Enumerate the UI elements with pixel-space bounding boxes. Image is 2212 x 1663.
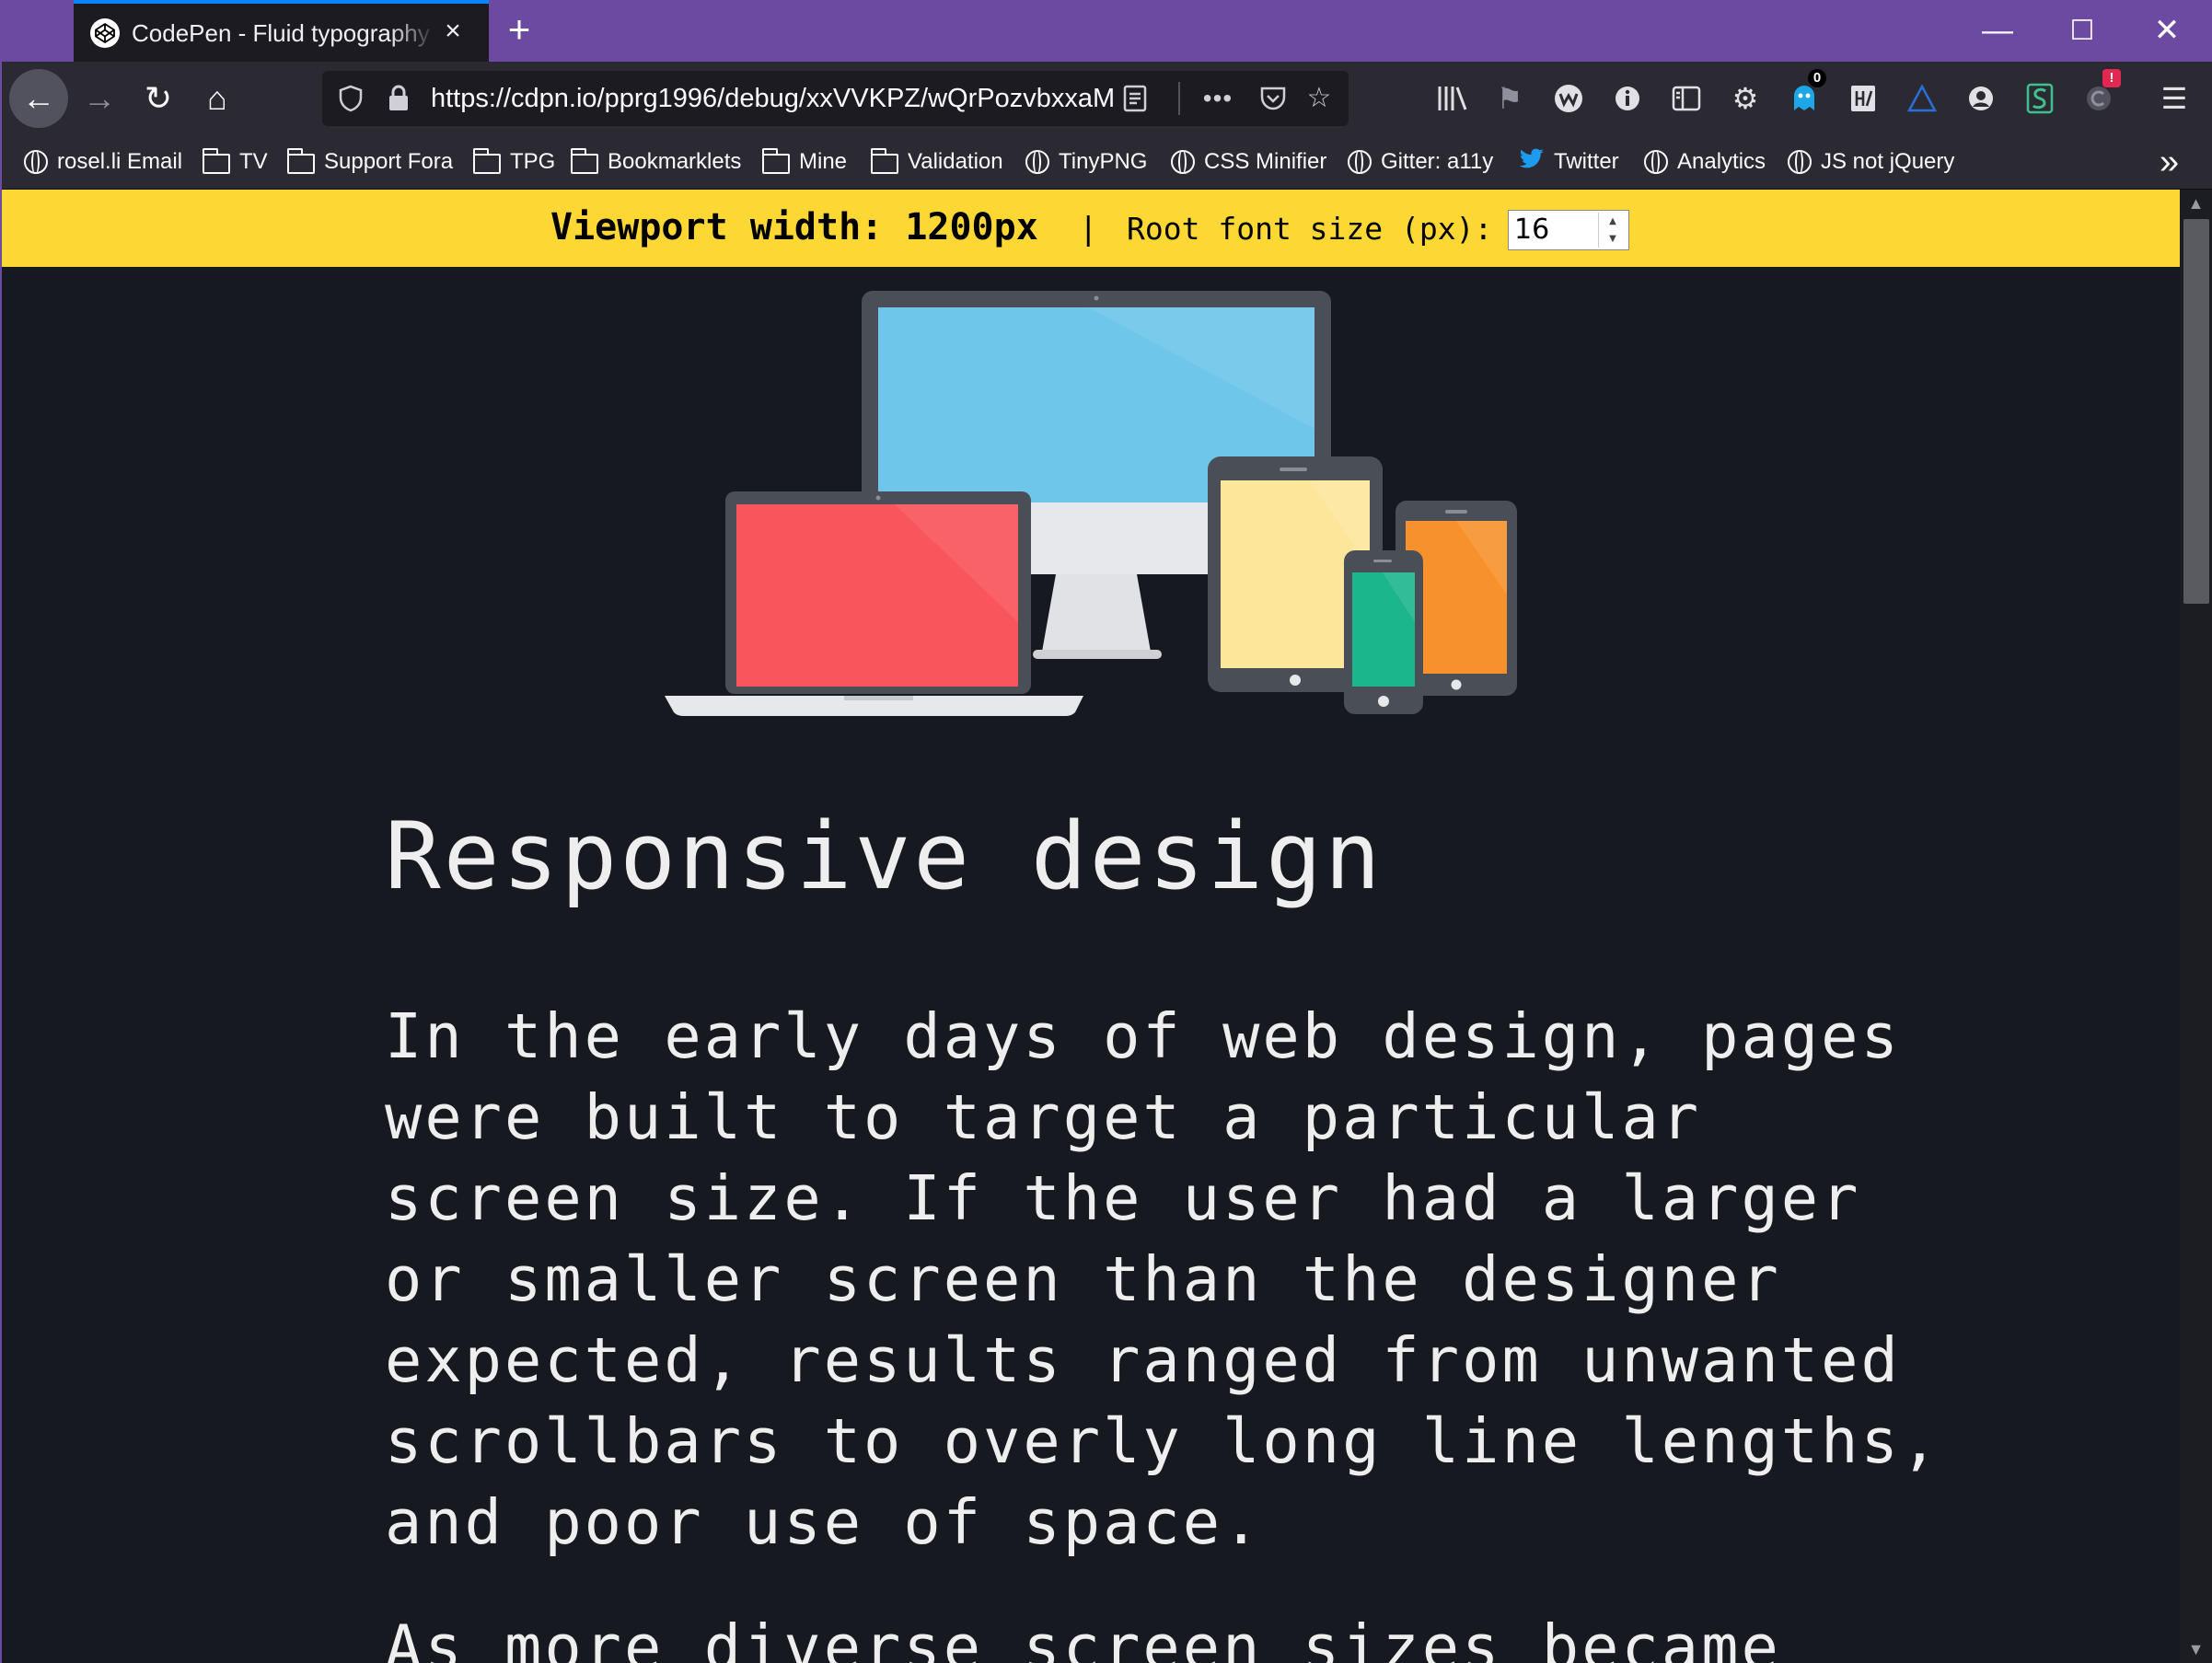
page-heading: Responsive design bbox=[385, 802, 1384, 910]
bookmark-label: Support Fora bbox=[324, 149, 454, 174]
bookmark-label: Validation bbox=[908, 149, 1003, 174]
root-font-size-input[interactable]: 16 ▲ ▼ bbox=[1508, 210, 1629, 250]
phone bbox=[1344, 550, 1423, 714]
bookmark-item[interactable]: rosel.li Email bbox=[24, 143, 182, 181]
tab-title: CodePen - Fluid typography example bbox=[132, 19, 435, 47]
title-bar: CodePen - Fluid typography example × + —… bbox=[0, 0, 2212, 62]
globe-icon bbox=[1025, 150, 1049, 174]
bookmark-item[interactable]: Twitter bbox=[1519, 143, 1619, 181]
flag-icon[interactable]: ⚑ bbox=[1486, 75, 1534, 122]
bookmark-label: TV bbox=[239, 149, 268, 174]
bookmark-label: rosel.li Email bbox=[57, 149, 183, 174]
bookmark-label: Mine bbox=[799, 149, 848, 174]
url-bar-divider bbox=[1178, 82, 1180, 115]
number-spinner[interactable]: ▲ ▼ bbox=[1598, 213, 1627, 248]
scrollbar-thumb[interactable] bbox=[2183, 219, 2209, 604]
wappalyzer-icon[interactable] bbox=[1545, 75, 1592, 122]
folder-icon bbox=[570, 148, 598, 174]
folder-icon bbox=[761, 148, 790, 174]
folder-icon bbox=[286, 148, 315, 174]
root-font-size-value: 16 bbox=[1514, 214, 1550, 246]
responsive-devices-illustration bbox=[665, 291, 1517, 716]
bookmark-star-icon[interactable]: ☆ bbox=[1298, 71, 1340, 126]
debug-bar: Viewport width: 1200px | Root font size … bbox=[2, 190, 2180, 267]
spin-down-icon[interactable]: ▼ bbox=[1599, 230, 1627, 248]
laptop bbox=[665, 491, 1083, 716]
account-icon[interactable] bbox=[1957, 75, 2005, 122]
shield-icon[interactable] bbox=[330, 71, 372, 126]
bookmark-item[interactable]: Analytics bbox=[1644, 143, 1766, 181]
ghostery-icon[interactable]: 0 bbox=[1780, 69, 1828, 122]
scroll-up-icon[interactable]: ▲ bbox=[2180, 190, 2212, 217]
maximize-button[interactable]: ☐ bbox=[2040, 0, 2125, 62]
page-viewport: Viewport width: 1200px | Root font size … bbox=[2, 190, 2180, 1663]
url-text[interactable]: https://cdpn.io/pprg1996/debug/xxVVKPZ/w… bbox=[431, 71, 1115, 126]
folder-icon bbox=[870, 148, 898, 174]
close-tab-icon[interactable]: × bbox=[434, 13, 471, 50]
stylus-icon[interactable] bbox=[2016, 75, 2064, 122]
bookmark-item[interactable]: JS not jQuery bbox=[1788, 143, 1954, 181]
globe-icon bbox=[1348, 150, 1372, 174]
second-paragraph: As more diverse screen sizes became bbox=[385, 1611, 1781, 1663]
bookmark-folder[interactable]: Validation bbox=[870, 143, 1003, 181]
scroll-down-icon[interactable]: ▼ bbox=[2180, 1635, 2212, 1663]
globe-icon bbox=[1171, 150, 1195, 174]
info-icon[interactable] bbox=[1604, 75, 1651, 122]
forward-button[interactable]: → bbox=[74, 73, 125, 124]
bookmark-folder[interactable]: Mine bbox=[761, 143, 848, 181]
bookmark-folder[interactable]: TPG bbox=[472, 143, 556, 181]
ghostery-count-badge: 0 bbox=[1808, 69, 1826, 87]
bookmark-label: Bookmarklets bbox=[608, 149, 742, 174]
bookmark-item[interactable]: CSS Minifier bbox=[1171, 143, 1326, 181]
navigation-toolbar: ← → ↻ ⌂ https://cdpn.io/pprg1996/debug/x… bbox=[0, 62, 2212, 135]
new-tab-button[interactable]: + bbox=[497, 7, 541, 52]
folder-icon bbox=[202, 148, 230, 174]
bookmark-label: Twitter bbox=[1554, 149, 1619, 174]
bookmarks-overflow-icon[interactable]: » bbox=[2160, 143, 2179, 181]
globe-icon bbox=[1788, 150, 1812, 174]
twitter-bird-icon bbox=[1519, 148, 1545, 177]
sidebar-icon[interactable] bbox=[1662, 75, 1710, 122]
tab-codepen[interactable]: CodePen - Fluid typography example × bbox=[74, 0, 489, 62]
home-button[interactable]: ⌂ bbox=[191, 73, 243, 124]
bookmark-folder[interactable]: Support Fora bbox=[286, 143, 454, 181]
reload-button[interactable]: ↻ bbox=[133, 73, 184, 124]
hamburger-menu-icon[interactable]: ☰ bbox=[2150, 75, 2198, 122]
bookmark-item[interactable]: Gitter: a11y bbox=[1348, 143, 1493, 181]
intro-paragraph: In the early days of web design, pages w… bbox=[385, 1000, 1941, 1558]
bookmark-label: Gitter: a11y bbox=[1381, 149, 1494, 174]
library-icon[interactable] bbox=[1429, 75, 1477, 122]
viewport-width-label: Viewport width: 1200px bbox=[550, 206, 1038, 248]
close-window-button[interactable]: ✕ bbox=[2125, 0, 2209, 62]
codepen-icon bbox=[90, 18, 120, 48]
reader-view-icon[interactable] bbox=[1114, 71, 1156, 126]
bookmark-folder[interactable]: TV bbox=[202, 143, 268, 181]
folder-icon bbox=[472, 148, 501, 174]
debug-separator: | bbox=[1079, 211, 1098, 248]
bookmark-label: TPG bbox=[510, 149, 556, 174]
extension-alert-icon[interactable]: ! bbox=[2075, 69, 2123, 122]
bookmark-folder[interactable]: Bookmarklets bbox=[570, 143, 742, 181]
gear-icon[interactable]: ⚙ bbox=[1721, 75, 1769, 122]
globe-icon bbox=[1644, 150, 1668, 174]
bookmark-item[interactable]: TinyPNG bbox=[1025, 143, 1147, 181]
alert-badge: ! bbox=[2102, 69, 2121, 87]
bookmark-label: JS not jQuery bbox=[1821, 149, 1955, 174]
headings-map-icon[interactable] bbox=[1839, 75, 1887, 122]
bookmark-label: TinyPNG bbox=[1059, 149, 1148, 174]
minimize-button[interactable]: — bbox=[1955, 0, 2040, 62]
lock-icon[interactable] bbox=[377, 71, 420, 126]
url-bar[interactable]: https://cdpn.io/pprg1996/debug/xxVVKPZ/w… bbox=[322, 71, 1349, 126]
globe-icon bbox=[24, 150, 48, 174]
bookmark-label: Analytics bbox=[1677, 149, 1766, 174]
bookmark-label: CSS Minifier bbox=[1204, 149, 1327, 174]
page-actions-icon[interactable]: ••• bbox=[1197, 71, 1239, 126]
back-button[interactable]: ← bbox=[9, 69, 68, 128]
vertical-scrollbar[interactable]: ▲ ▼ bbox=[2180, 190, 2212, 1663]
axe-icon[interactable] bbox=[1898, 75, 1946, 122]
spin-up-icon[interactable]: ▲ bbox=[1599, 213, 1627, 230]
bookmarks-toolbar: rosel.li Email TV Support Fora TPG Bookm… bbox=[0, 135, 2212, 190]
root-font-size-label: Root font size (px): bbox=[1127, 211, 1493, 247]
pocket-icon[interactable] bbox=[1252, 71, 1294, 126]
